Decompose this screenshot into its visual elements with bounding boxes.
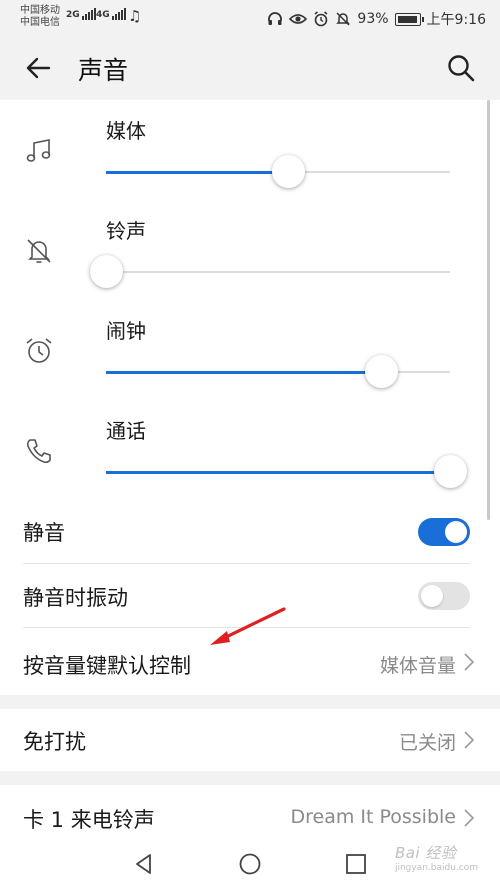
carrier-names: 中国移动 中国电信 [20, 5, 60, 29]
music-note-icon: ♫ [128, 7, 142, 25]
volume-row-call: 通话 [0, 410, 500, 510]
alarm-clock-icon [26, 338, 52, 363]
slider-fill [106, 370, 382, 374]
call-volume-slider[interactable] [106, 455, 467, 488]
battery-icon [394, 12, 424, 26]
mute-toggle[interactable] [418, 518, 470, 546]
ringtone-volume-slider[interactable] [90, 255, 450, 288]
volume-label-call: 通话 [106, 419, 146, 443]
scrollbar[interactable] [487, 100, 490, 520]
slider-fill [106, 470, 450, 474]
battery-percent: 93% [357, 11, 389, 27]
vibrate-on-mute-toggle[interactable] [418, 582, 470, 610]
chevron-right-icon [464, 809, 474, 827]
watermark-sub: jingyan.baidu.com [394, 863, 478, 873]
volume-label-alarm: 闹钟 [106, 319, 146, 343]
mute-icon [336, 12, 351, 26]
volume-row-media: 媒体 [0, 110, 500, 210]
slider-fill [106, 170, 289, 174]
app-bar: 声音 [0, 36, 500, 100]
vibrate-on-mute-label: 静音时振动 [23, 586, 128, 610]
volume-key-default-value: 媒体音量 [379, 655, 456, 677]
sim1-ringtone-label: 卡 1 来电铃声 [23, 808, 155, 832]
volume-label-media: 媒体 [106, 119, 146, 143]
media-volume-slider[interactable] [106, 155, 450, 188]
signal-1-icon: 2G [66, 8, 96, 20]
baidu-watermark: Bai 经验 jingyan.baidu.com [395, 842, 478, 873]
status-bar: 中国移动 中国电信 2G 4G ♫ 93% 上午9:16 [0, 0, 500, 36]
slider-thumb[interactable] [272, 155, 306, 188]
volume-row-alarm: 闹钟 [0, 310, 500, 410]
phone-icon [26, 439, 51, 464]
chevron-right-icon [464, 731, 474, 749]
mute-row[interactable]: 静音 [0, 500, 500, 564]
do-not-disturb-value: 已关闭 [398, 732, 456, 754]
arrow-left-icon[interactable] [24, 54, 52, 82]
signal-2-icon: 4G [96, 8, 126, 20]
do-not-disturb-row[interactable]: 免打扰 已关闭 [0, 709, 500, 771]
volume-key-default-row[interactable]: 按音量键默认控制 媒体音量 [0, 628, 500, 695]
toggle-knob [445, 521, 467, 543]
mute-label: 静音 [23, 521, 65, 545]
nav-recents-icon[interactable] [344, 852, 368, 876]
vibrate-on-mute-row[interactable]: 静音时振动 [0, 564, 500, 628]
watermark-text: Bai 经验 [394, 844, 457, 862]
chevron-right-icon [464, 653, 474, 671]
page-title: 声音 [78, 56, 129, 85]
volume-row-ringtone: 铃声 [0, 210, 500, 310]
volume-key-default-label: 按音量键默认控制 [23, 654, 191, 678]
do-not-disturb-label: 免打扰 [23, 730, 86, 754]
slider-thumb[interactable] [434, 455, 467, 488]
nav-back-icon[interactable] [132, 852, 156, 876]
slider-thumb[interactable] [90, 255, 123, 288]
volume-label-ringtone: 铃声 [106, 219, 146, 243]
carrier-2: 中国电信 [20, 17, 60, 28]
eye-icon [289, 14, 308, 24]
toggle-knob [421, 585, 443, 607]
clock: 上午9:16 [426, 12, 486, 28]
music-note-icon [26, 139, 51, 162]
bell-off-icon [27, 239, 51, 263]
carrier-1: 中国移动 [20, 5, 60, 16]
headset-icon [268, 12, 283, 25]
sound-settings-card: 媒体 铃声 闹钟 通话 静音 静音时振动 按音量键默认控制 媒体音量 [0, 100, 500, 695]
nav-home-icon[interactable] [238, 852, 262, 876]
status-icons: 93% 上午9:16 [267, 9, 486, 29]
alarm-volume-slider[interactable] [106, 355, 450, 388]
sim1-ringtone-value: Dream It Possible [290, 806, 456, 828]
slider-thumb[interactable] [365, 355, 399, 388]
search-icon[interactable] [446, 53, 476, 83]
alarm-icon [314, 11, 328, 27]
